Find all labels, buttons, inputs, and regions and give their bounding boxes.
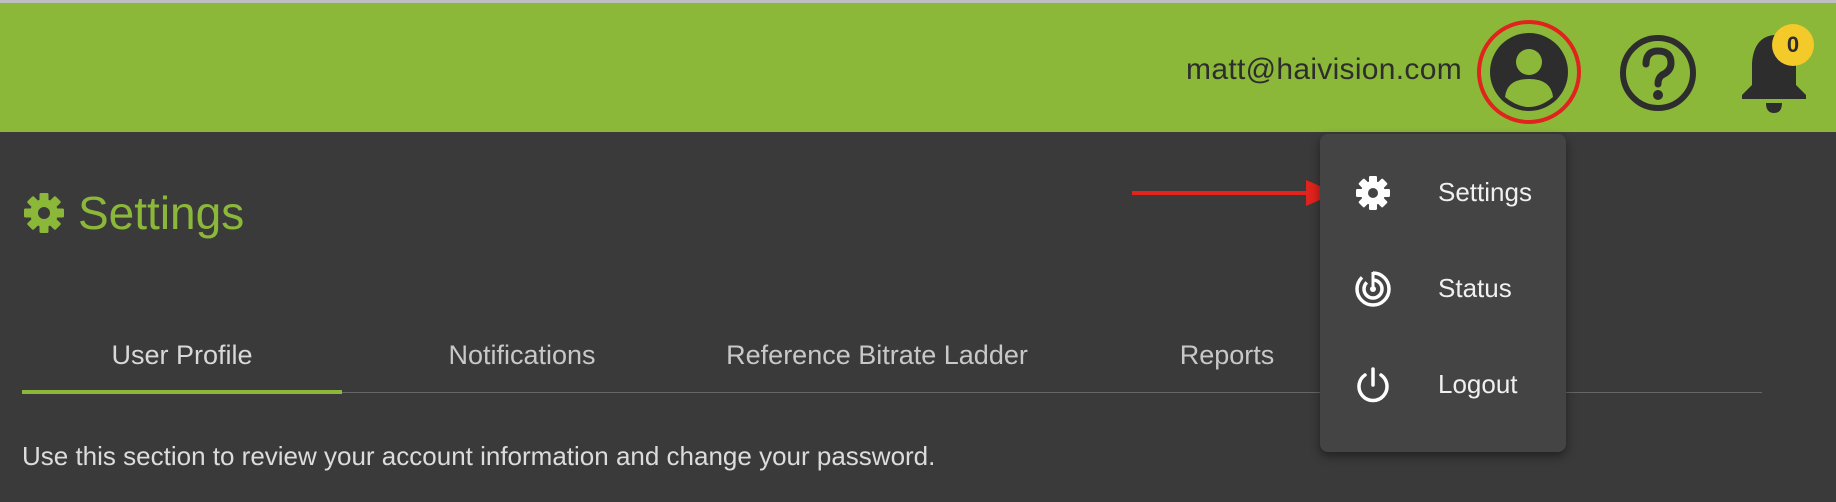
section-description: Use this section to review your account … bbox=[22, 441, 936, 471]
annotation-arrow bbox=[1132, 180, 1336, 206]
power-icon bbox=[1357, 367, 1389, 403]
active-tab-indicator bbox=[22, 390, 342, 394]
menu-item-label: Logout bbox=[1438, 368, 1518, 399]
gear-icon bbox=[24, 193, 64, 233]
menu-item-label: Status bbox=[1438, 272, 1512, 303]
help-circle-icon bbox=[1620, 35, 1696, 111]
gear-icon bbox=[1356, 176, 1390, 210]
menu-item-status[interactable]: Status bbox=[1320, 248, 1566, 328]
user-menu: Settings Status Logout bbox=[1320, 134, 1566, 452]
user-email: matt@haivision.com bbox=[1186, 53, 1462, 86]
tab-reports[interactable]: Reports bbox=[1102, 320, 1352, 390]
menu-item-label: Settings bbox=[1438, 176, 1532, 207]
tab-reference-bitrate-ladder[interactable]: Reference Bitrate Ladder bbox=[692, 320, 1062, 390]
status-radar-icon bbox=[1355, 271, 1391, 307]
account-circle-icon bbox=[1477, 20, 1581, 124]
help-button[interactable] bbox=[1618, 33, 1698, 113]
notification-count-badge: 0 bbox=[1772, 24, 1814, 66]
page-heading: Settings bbox=[22, 186, 244, 240]
top-bar: matt@haivision.com 0 bbox=[0, 3, 1836, 132]
tab-user-profile[interactable]: User Profile bbox=[22, 320, 342, 390]
menu-item-settings[interactable]: Settings bbox=[1320, 152, 1566, 232]
tab-notifications[interactable]: Notifications bbox=[382, 320, 662, 390]
page-title: Settings bbox=[78, 187, 245, 239]
menu-item-logout[interactable]: Logout bbox=[1320, 344, 1566, 424]
account-button[interactable] bbox=[1474, 17, 1584, 127]
